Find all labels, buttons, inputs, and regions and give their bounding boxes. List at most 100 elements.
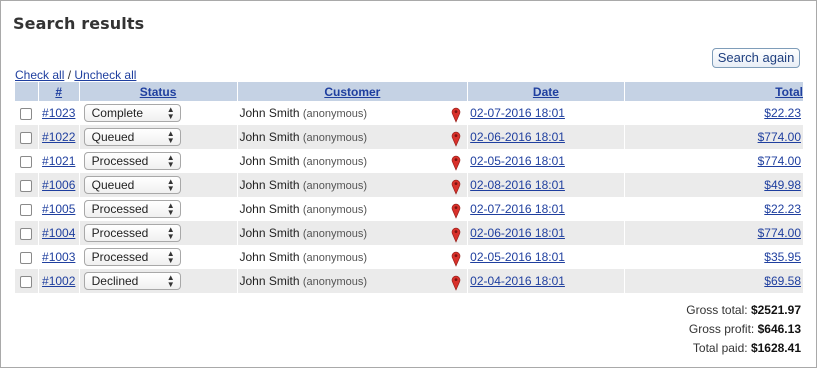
row-checkbox[interactable] (20, 227, 33, 240)
order-date-link[interactable]: 02-04-2016 18:01 (470, 274, 565, 288)
map-pin-icon[interactable] (451, 179, 461, 198)
map-pin-icon[interactable] (451, 107, 461, 126)
status-select[interactable]: Processed ▲ ▼ (83, 248, 181, 266)
status-cell: Queued ▲ ▼ (79, 125, 238, 149)
order-total-link[interactable]: $774.00 (758, 130, 801, 144)
order-date-link[interactable]: 02-07-2016 18:01 (470, 202, 565, 216)
order-number-link[interactable]: #1006 (42, 178, 75, 192)
map-pin-icon[interactable] (451, 203, 461, 222)
customer-name: John Smith (239, 154, 300, 168)
row-checkbox-cell (15, 221, 39, 245)
total-cell: $22.23 (624, 101, 805, 125)
customer-note: (anonymous) (302, 132, 368, 144)
status-cell: Processed ▲ ▼ (79, 221, 238, 245)
date-cell: 02-05-2016 18:01 (467, 149, 625, 173)
order-number-link[interactable]: #1022 (42, 130, 75, 144)
sort-by-number-link[interactable]: # (55, 85, 62, 99)
header-number: # (38, 82, 80, 101)
map-pin-icon[interactable] (451, 275, 461, 294)
row-checkbox[interactable] (20, 155, 33, 168)
table-row: #1004 Processed ▲ ▼ John Smith (anonymous) 02… (15, 221, 805, 246)
status-cell: Processed ▲ ▼ (79, 149, 238, 173)
total-paid-label: Total paid: (692, 341, 748, 355)
sort-by-status-link[interactable]: Status (140, 85, 177, 99)
up-down-arrows-icon: ▲ ▼ (166, 225, 175, 241)
order-total-link[interactable]: $49.98 (764, 178, 801, 192)
status-cell: Queued ▲ ▼ (79, 173, 238, 197)
up-down-arrows-icon: ▲ ▼ (166, 273, 175, 289)
order-number-link[interactable]: #1002 (42, 274, 75, 288)
table-header-row: # Status Customer Date Total (15, 82, 805, 101)
up-down-arrows-icon: ▲ ▼ (166, 129, 175, 145)
row-checkbox[interactable] (20, 131, 33, 144)
row-checkbox[interactable] (20, 275, 33, 288)
order-number-link[interactable]: #1023 (42, 106, 75, 120)
order-number-link[interactable]: #1021 (42, 154, 75, 168)
order-number-link[interactable]: #1004 (42, 226, 75, 240)
customer-name: John Smith (239, 202, 300, 216)
order-date-link[interactable]: 02-05-2016 18:01 (470, 154, 565, 168)
total-cell: $774.00 (624, 221, 805, 245)
status-select[interactable]: Processed ▲ ▼ (83, 200, 181, 218)
order-number-cell: #1002 (38, 269, 80, 293)
order-number-cell: #1023 (38, 101, 80, 125)
order-total-link[interactable]: $22.23 (764, 106, 801, 120)
order-total-link[interactable]: $35.95 (764, 250, 801, 264)
status-select[interactable]: Queued ▲ ▼ (83, 128, 181, 146)
order-date-link[interactable]: 02-07-2016 18:01 (470, 106, 565, 120)
sort-by-total-link[interactable]: Total (775, 85, 803, 99)
row-checkbox[interactable] (20, 203, 33, 216)
date-cell: 02-06-2016 18:01 (467, 125, 625, 149)
total-cell: $22.23 (624, 197, 805, 221)
status-select[interactable]: Processed ▲ ▼ (83, 224, 181, 242)
check-all-link[interactable]: Check all (15, 68, 64, 82)
status-select[interactable]: Queued ▲ ▼ (83, 176, 181, 194)
orders-table: # Status Customer Date Total #1023 Comple… (15, 82, 805, 294)
map-pin-icon[interactable] (451, 131, 461, 150)
order-date-link[interactable]: 02-06-2016 18:01 (470, 130, 565, 144)
date-cell: 02-06-2016 18:01 (467, 221, 625, 245)
order-total-link[interactable]: $69.58 (764, 274, 801, 288)
order-date-link[interactable]: 02-06-2016 18:01 (470, 226, 565, 240)
order-total-link[interactable]: $774.00 (758, 154, 801, 168)
up-down-arrows-icon: ▲ ▼ (166, 105, 175, 121)
row-checkbox[interactable] (20, 107, 33, 120)
order-total-link[interactable]: $22.23 (764, 202, 801, 216)
uncheck-all-link[interactable]: Uncheck all (74, 68, 136, 82)
order-number-cell: #1021 (38, 149, 80, 173)
table-row: #1022 Queued ▲ ▼ John Smith (anonymous) 02-06… (15, 125, 805, 150)
sort-by-date-link[interactable]: Date (533, 85, 559, 99)
search-again-button[interactable]: Search again (712, 48, 800, 68)
row-checkbox[interactable] (20, 179, 33, 192)
status-select[interactable]: Complete ▲ ▼ (83, 104, 181, 122)
table-row: #1003 Processed ▲ ▼ John Smith (anonymous) 02… (15, 245, 805, 270)
table-row: #1002 Declined ▲ ▼ John Smith (anonymous) 02-… (15, 269, 805, 294)
up-down-arrows-icon: ▲ ▼ (166, 153, 175, 169)
customer-note: (anonymous) (302, 276, 368, 288)
gross-profit-value: $646.13 (757, 322, 801, 336)
row-checkbox[interactable] (20, 251, 33, 264)
status-select[interactable]: Declined ▲ ▼ (83, 272, 181, 290)
header-total: Total (624, 82, 805, 101)
date-cell: 02-08-2016 18:01 (467, 173, 625, 197)
map-pin-icon[interactable] (451, 251, 461, 270)
status-select-value: Processed (91, 226, 149, 240)
order-number-cell: #1022 (38, 125, 80, 149)
status-cell: Processed ▲ ▼ (79, 197, 238, 221)
total-paid-line: Total paid: $1628.41 (686, 339, 801, 358)
row-checkbox-cell (15, 149, 39, 173)
customer-note: (anonymous) (302, 108, 368, 120)
status-cell: Complete ▲ ▼ (79, 101, 238, 125)
table-row: #1005 Processed ▲ ▼ John Smith (anonymous) 02… (15, 197, 805, 222)
sort-by-customer-link[interactable]: Customer (324, 85, 380, 99)
status-select[interactable]: Processed ▲ ▼ (83, 152, 181, 170)
order-date-link[interactable]: 02-05-2016 18:01 (470, 250, 565, 264)
selection-separator: / (67, 68, 72, 82)
order-number-link[interactable]: #1003 (42, 250, 75, 264)
map-pin-icon[interactable] (451, 155, 461, 174)
order-number-link[interactable]: #1005 (42, 202, 75, 216)
order-total-link[interactable]: $774.00 (758, 226, 801, 240)
order-date-link[interactable]: 02-08-2016 18:01 (470, 178, 565, 192)
customer-note: (anonymous) (302, 204, 368, 216)
map-pin-icon[interactable] (451, 227, 461, 246)
